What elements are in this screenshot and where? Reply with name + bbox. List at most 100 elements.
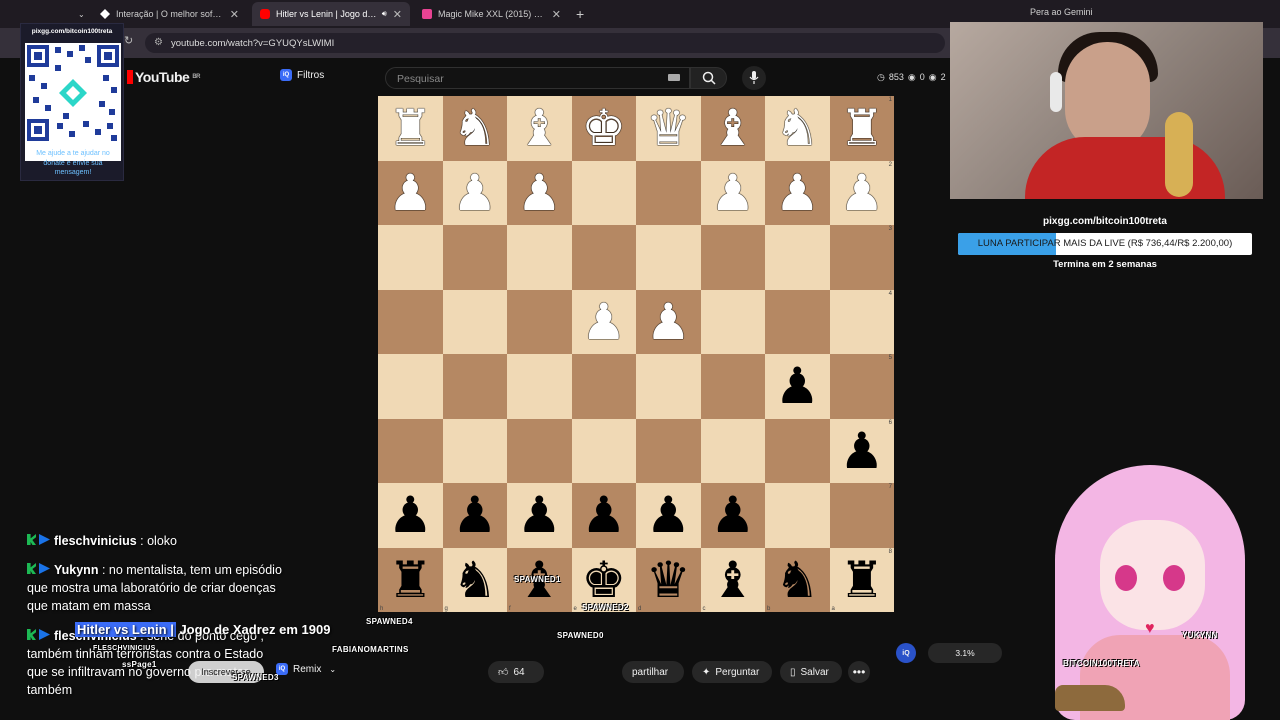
board-square[interactable] — [378, 289, 443, 354]
board-square[interactable] — [442, 354, 507, 419]
board-square[interactable] — [700, 225, 765, 290]
reload-icon[interactable]: ↻ — [124, 34, 133, 47]
white-rook-icon[interactable]: ♜ — [388, 103, 433, 153]
white-bishop-icon[interactable]: ♝ — [517, 103, 562, 153]
black-pawn-icon[interactable]: ♟ — [710, 490, 755, 540]
board-square[interactable]: b ♞ — [765, 547, 830, 612]
white-rook-icon[interactable]: ♜ — [839, 103, 884, 153]
white-queen-icon[interactable]: ♛ — [646, 103, 691, 153]
black-pawn-icon[interactable]: ♟ — [388, 490, 433, 540]
board-square[interactable] — [571, 160, 636, 225]
board-square[interactable]: 6 ♟ — [829, 418, 894, 483]
more-actions-button[interactable]: ••• — [848, 661, 870, 683]
tab-magic-mike[interactable]: Magic Mike XXL (2015) Comédi ✕ — [414, 2, 569, 26]
ask-button[interactable]: ✦ Perguntar — [692, 661, 772, 683]
board-square[interactable] — [636, 225, 701, 290]
board-square[interactable] — [700, 289, 765, 354]
iq-float-button[interactable]: iQ — [896, 643, 916, 663]
black-pawn-icon[interactable]: ♟ — [646, 490, 691, 540]
search-input[interactable]: Pesquisar — [385, 67, 690, 89]
board-square[interactable] — [636, 160, 701, 225]
board-square[interactable] — [700, 354, 765, 419]
board-square[interactable] — [636, 418, 701, 483]
board-square[interactable] — [378, 225, 443, 290]
tab-hitler-vs-lenin[interactable]: Hitler vs Lenin | Jogo de Xa 🔊︎ ✕ — [252, 2, 410, 26]
board-square[interactable] — [571, 225, 636, 290]
youtube-logo[interactable]: YouTube BR — [127, 69, 200, 85]
black-pawn-icon[interactable]: ♟ — [839, 426, 884, 476]
board-square[interactable]: 5 — [829, 354, 894, 419]
black-king-icon[interactable]: ♚ — [581, 555, 626, 605]
board-square[interactable] — [442, 289, 507, 354]
black-rook-icon[interactable]: ♜ — [839, 555, 884, 605]
board-square[interactable] — [378, 354, 443, 419]
board-square[interactable]: ♟ — [571, 483, 636, 548]
close-icon[interactable]: ✕ — [546, 8, 561, 21]
black-queen-icon[interactable]: ♛ — [646, 555, 691, 605]
board-square[interactable] — [765, 483, 830, 548]
board-square[interactable] — [507, 418, 572, 483]
board-square[interactable]: ♟ — [571, 289, 636, 354]
share-button[interactable]: partilhar — [622, 661, 684, 683]
board-square[interactable]: ♟ — [765, 354, 830, 419]
save-button[interactable]: ▯ Salvar — [780, 661, 842, 683]
white-pawn-icon[interactable]: ♟ — [710, 168, 755, 218]
board-square[interactable] — [765, 418, 830, 483]
board-square[interactable] — [765, 289, 830, 354]
board-square[interactable]: ♟ — [765, 160, 830, 225]
close-icon[interactable]: ✕ — [224, 8, 239, 21]
black-knight-icon[interactable]: ♞ — [775, 555, 820, 605]
white-bishop-icon[interactable]: ♝ — [710, 103, 755, 153]
gemini-label[interactable]: Pera ao Gemini — [1030, 7, 1093, 17]
board-square[interactable]: g ♞ — [442, 547, 507, 612]
board-square[interactable]: ♝ — [507, 96, 572, 161]
white-pawn-icon[interactable]: ♟ — [646, 297, 691, 347]
board-square[interactable] — [571, 354, 636, 419]
white-pawn-icon[interactable]: ♟ — [581, 297, 626, 347]
url-field[interactable]: ⚙︎ youtube.com/watch?v=GYUQYsLWIMI — [145, 33, 945, 53]
white-pawn-icon[interactable]: ♟ — [775, 168, 820, 218]
board-square[interactable]: ♟ — [442, 483, 507, 548]
black-pawn-icon[interactable]: ♟ — [517, 490, 562, 540]
board-square[interactable]: 4 — [829, 289, 894, 354]
board-square[interactable] — [442, 418, 507, 483]
like-button[interactable]: 👍︎ 64 — [488, 661, 544, 683]
board-square[interactable] — [765, 225, 830, 290]
board-square[interactable] — [636, 354, 701, 419]
board-square[interactable]: c ♝ — [700, 547, 765, 612]
board-square[interactable]: ♞ — [765, 96, 830, 161]
white-king-icon[interactable]: ♚ — [581, 103, 626, 153]
black-knight-icon[interactable]: ♞ — [452, 555, 497, 605]
board-square[interactable]: ♞ — [442, 96, 507, 161]
board-square[interactable]: ♟ — [700, 160, 765, 225]
black-pawn-icon[interactable]: ♟ — [581, 490, 626, 540]
board-square[interactable]: ♟ — [636, 289, 701, 354]
remix-button[interactable]: iQ Remix ⌄ — [276, 663, 336, 675]
board-square[interactable]: ♜ — [378, 96, 443, 161]
black-pawn-icon[interactable]: ♟ — [775, 361, 820, 411]
search-button[interactable] — [690, 67, 727, 89]
board-square[interactable]: ♟ — [378, 483, 443, 548]
white-pawn-icon[interactable]: ♟ — [517, 168, 562, 218]
white-pawn-icon[interactable]: ♟ — [388, 168, 433, 218]
board-square[interactable] — [507, 354, 572, 419]
board-square[interactable]: 8 a ♜ — [829, 547, 894, 612]
site-info-icon[interactable]: ⚙︎ — [154, 37, 163, 48]
white-pawn-icon[interactable]: ♟ — [452, 168, 497, 218]
board-square[interactable]: ♟ — [507, 483, 572, 548]
chess-board[interactable]: ♜ ♞ ♝ ♚ ♛ ♝ ♞ 1 ♜ ♟ ♟ ♟ ♟ ♟ 2 ♟ 3 ♟ ♟ 4 ♟ 5 6 ♟ ♟ ♟ ♟ ♟ ♟ ♟ 7 h ♜ g ♞ f ♝ e ♚ d… — [378, 96, 894, 612]
board-square[interactable] — [507, 225, 572, 290]
board-square[interactable]: h ♜ — [378, 547, 443, 612]
keyboard-icon[interactable] — [668, 74, 680, 81]
white-pawn-icon[interactable]: ♟ — [839, 168, 884, 218]
black-pawn-icon[interactable]: ♟ — [452, 490, 497, 540]
board-square[interactable] — [571, 418, 636, 483]
board-square[interactable]: ♟ — [378, 160, 443, 225]
black-bishop-icon[interactable]: ♝ — [710, 555, 755, 605]
white-knight-icon[interactable]: ♞ — [775, 103, 820, 153]
board-square[interactable]: ♟ — [507, 160, 572, 225]
board-square[interactable]: ♝ — [700, 96, 765, 161]
board-square[interactable]: 3 — [829, 225, 894, 290]
board-square[interactable]: 1 ♜ — [829, 96, 894, 161]
board-square[interactable]: d ♛ — [636, 547, 701, 612]
